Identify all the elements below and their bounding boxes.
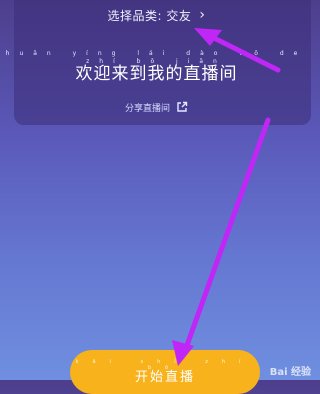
watermark: Bai 经验: [269, 367, 311, 378]
arrow-to-start-button-icon: [172, 117, 271, 366]
start-live-label: 开始直播: [134, 370, 195, 385]
live-room-title-block[interactable]: huān yíng lái dào wǒ de zhí bō jiān 欢迎来到…: [0, 50, 313, 84]
chevron-right-icon: ›: [199, 7, 206, 23]
share-icon: [177, 101, 188, 112]
category-selector[interactable]: 选择品类: 交友 ›: [0, 4, 313, 26]
title-pinyin: huān yíng lái dào wǒ de zhí bō jiān: [5, 50, 308, 65]
live-room-title: 欢迎来到我的直播间: [75, 64, 238, 84]
start-pinyin: kāi shǐ zhí bō: [75, 359, 255, 371]
category-label: 选择品类: 交友: [107, 8, 192, 23]
share-label: 分享直播间: [124, 103, 170, 114]
share-live-room-button[interactable]: 分享直播间: [0, 98, 313, 116]
start-live-button[interactable]: kāi shǐ zhí bō 开始直播: [70, 350, 260, 394]
